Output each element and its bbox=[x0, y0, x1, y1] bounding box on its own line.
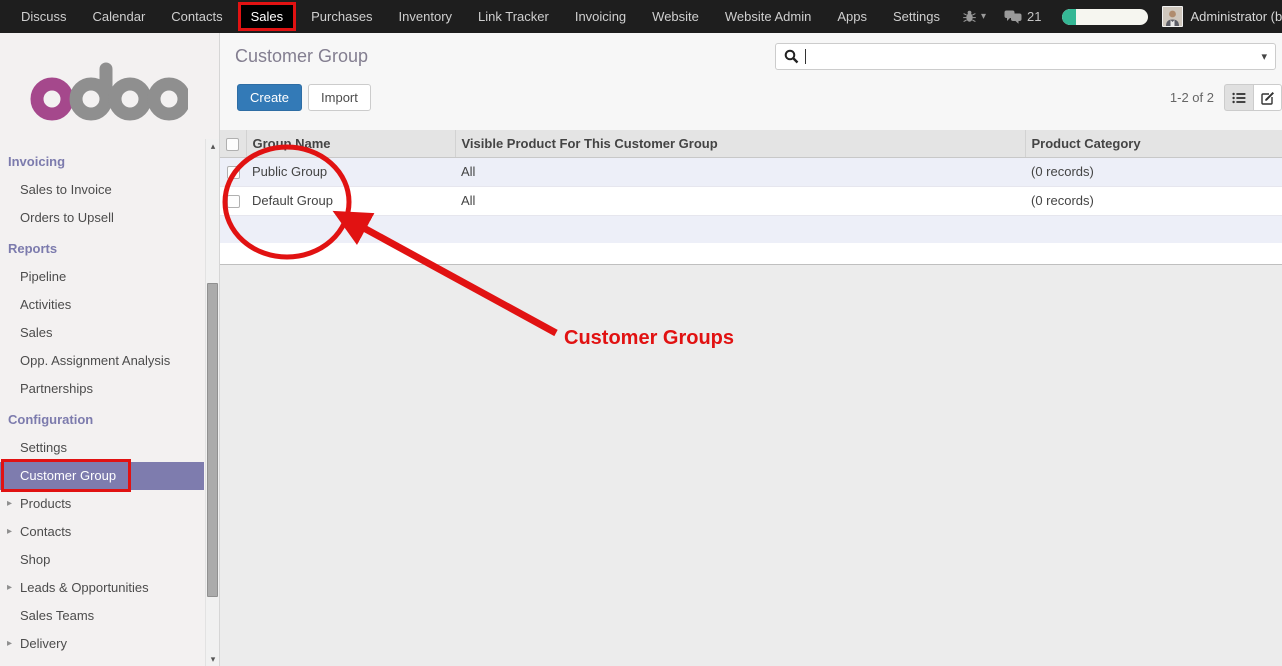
chevron-right-icon: ▸ bbox=[7, 490, 12, 518]
search-bar[interactable]: ▾ bbox=[775, 43, 1276, 70]
cell-group-name[interactable]: Public Group bbox=[246, 157, 455, 186]
menu-discuss[interactable]: Discuss bbox=[8, 0, 80, 33]
table-row[interactable]: Default Group All (0 records) bbox=[220, 186, 1282, 215]
menu-apps[interactable]: Apps bbox=[824, 0, 880, 33]
scroll-down-icon[interactable]: ▾ bbox=[206, 652, 220, 666]
sidebar-section-invoicing: Invoicing bbox=[0, 148, 219, 176]
menu-calendar[interactable]: Calendar bbox=[80, 0, 159, 33]
chevron-down-icon: ▾ bbox=[981, 11, 986, 22]
sidebar-item-leads-opportunities[interactable]: ▸ Leads & Opportunities bbox=[0, 574, 219, 602]
sidebar-item-label: Contacts bbox=[20, 524, 71, 539]
chevron-right-icon: ▸ bbox=[7, 574, 12, 602]
chevron-right-icon: ▸ bbox=[7, 630, 12, 658]
sidebar-item-contacts[interactable]: ▸ Contacts bbox=[0, 518, 219, 546]
sidebar-item-label: Customer Group bbox=[20, 468, 116, 483]
table-header-row: Group Name Visible Product For This Cust… bbox=[220, 130, 1282, 157]
select-all-checkbox[interactable] bbox=[226, 138, 239, 151]
sidebar-item-activities[interactable]: Activities bbox=[0, 291, 219, 319]
sidebar-item-label: Leads & Opportunities bbox=[20, 580, 149, 595]
table-row[interactable]: Public Group All (0 records) bbox=[220, 157, 1282, 186]
main-content: Customer Group ▾ Create Import bbox=[220, 33, 1282, 666]
menu-sales[interactable]: Sales bbox=[238, 2, 297, 31]
timer-progress bbox=[1062, 9, 1076, 25]
customer-group-table: Group Name Visible Product For This Cust… bbox=[220, 130, 1282, 215]
scrollbar-thumb[interactable] bbox=[207, 283, 218, 597]
sidebar-menu: Invoicing Sales to Invoice Orders to Ups… bbox=[0, 139, 219, 658]
sidebar-item-opp-assignment-analysis[interactable]: Opp. Assignment Analysis bbox=[0, 347, 219, 375]
cell-product-category[interactable]: (0 records) bbox=[1025, 186, 1282, 215]
chevron-right-icon: ▸ bbox=[7, 518, 12, 546]
sidebar-item-label: Products bbox=[20, 496, 71, 511]
messages-icon[interactable]: 21 bbox=[1004, 9, 1041, 24]
sidebar-item-partnerships[interactable]: Partnerships bbox=[0, 375, 219, 403]
row-checkbox[interactable] bbox=[227, 195, 240, 208]
sidebar-item-settings[interactable]: Settings bbox=[0, 434, 219, 462]
topbar-menus: Discuss Calendar Contacts Sales Purchase… bbox=[0, 0, 953, 33]
sidebar-item-sales-to-invoice[interactable]: Sales to Invoice bbox=[0, 176, 219, 204]
menu-contacts[interactable]: Contacts bbox=[158, 0, 235, 33]
create-button[interactable]: Create bbox=[237, 84, 302, 111]
sidebar-item-orders-to-upsell[interactable]: Orders to Upsell bbox=[0, 204, 219, 232]
topbar-right: ▾ 21 Administrator (braintree) ▾ bbox=[953, 0, 1282, 33]
sidebar-scrollbar[interactable]: ▴ ▾ bbox=[205, 139, 219, 666]
sidebar-item-label: Delivery bbox=[20, 636, 67, 651]
sidebar-item-customer-group[interactable]: Customer Group bbox=[0, 462, 204, 490]
table-bottom-padding bbox=[220, 243, 1282, 265]
menu-purchases[interactable]: Purchases bbox=[298, 0, 385, 33]
user-menu[interactable]: Administrator (braintree) bbox=[1190, 9, 1282, 24]
sidebar-section-reports: Reports bbox=[0, 235, 219, 263]
sidebar-item-pipeline[interactable]: Pipeline bbox=[0, 263, 219, 291]
avatar[interactable] bbox=[1162, 6, 1183, 27]
search-icon bbox=[784, 49, 799, 64]
empty-table-strip bbox=[220, 215, 1282, 243]
cell-group-name[interactable]: Default Group bbox=[246, 186, 455, 215]
select-all-cell bbox=[220, 130, 246, 157]
timer-pill[interactable] bbox=[1062, 9, 1148, 25]
debug-bug-icon[interactable]: ▾ bbox=[962, 10, 986, 23]
row-checkbox[interactable] bbox=[227, 166, 240, 179]
menu-invoicing[interactable]: Invoicing bbox=[562, 0, 639, 33]
message-count: 21 bbox=[1027, 9, 1041, 24]
list-view-button[interactable] bbox=[1224, 84, 1253, 111]
odoo-logo[interactable] bbox=[0, 33, 219, 139]
sidebar-item-sales-teams[interactable]: Sales Teams bbox=[0, 602, 219, 630]
menu-inventory[interactable]: Inventory bbox=[386, 0, 465, 33]
cell-product-category[interactable]: (0 records) bbox=[1025, 157, 1282, 186]
column-product-category[interactable]: Product Category bbox=[1025, 130, 1282, 157]
page-title[interactable]: Customer Group bbox=[235, 46, 368, 67]
sidebar-section-configuration: Configuration bbox=[0, 406, 219, 434]
cell-visible-product[interactable]: All bbox=[455, 186, 1025, 215]
content-background bbox=[220, 265, 1282, 666]
menu-website-admin[interactable]: Website Admin bbox=[712, 0, 824, 33]
sidebar: Invoicing Sales to Invoice Orders to Ups… bbox=[0, 33, 220, 666]
pager: 1-2 of 2 bbox=[1170, 90, 1214, 105]
menu-settings[interactable]: Settings bbox=[880, 0, 953, 33]
sidebar-item-shop[interactable]: Shop bbox=[0, 546, 219, 574]
column-visible-product[interactable]: Visible Product For This Customer Group bbox=[455, 130, 1025, 157]
search-input[interactable] bbox=[806, 44, 1261, 69]
topbar: Discuss Calendar Contacts Sales Purchase… bbox=[0, 0, 1282, 33]
sidebar-item-sales[interactable]: Sales bbox=[0, 319, 219, 347]
sidebar-item-products[interactable]: ▸ Products bbox=[0, 490, 219, 518]
sidebar-item-delivery[interactable]: ▸ Delivery bbox=[0, 630, 219, 658]
form-view-button[interactable] bbox=[1253, 84, 1282, 111]
menu-link-tracker[interactable]: Link Tracker bbox=[465, 0, 562, 33]
control-panel: Customer Group ▾ Create Import bbox=[220, 33, 1282, 130]
view-switcher bbox=[1224, 84, 1282, 111]
search-options-chevron-down-icon[interactable]: ▾ bbox=[1261, 50, 1267, 63]
menu-website[interactable]: Website bbox=[639, 0, 712, 33]
import-button[interactable]: Import bbox=[308, 84, 371, 111]
scroll-up-icon[interactable]: ▴ bbox=[206, 139, 220, 153]
column-group-name[interactable]: Group Name bbox=[246, 130, 455, 157]
cell-visible-product[interactable]: All bbox=[455, 157, 1025, 186]
